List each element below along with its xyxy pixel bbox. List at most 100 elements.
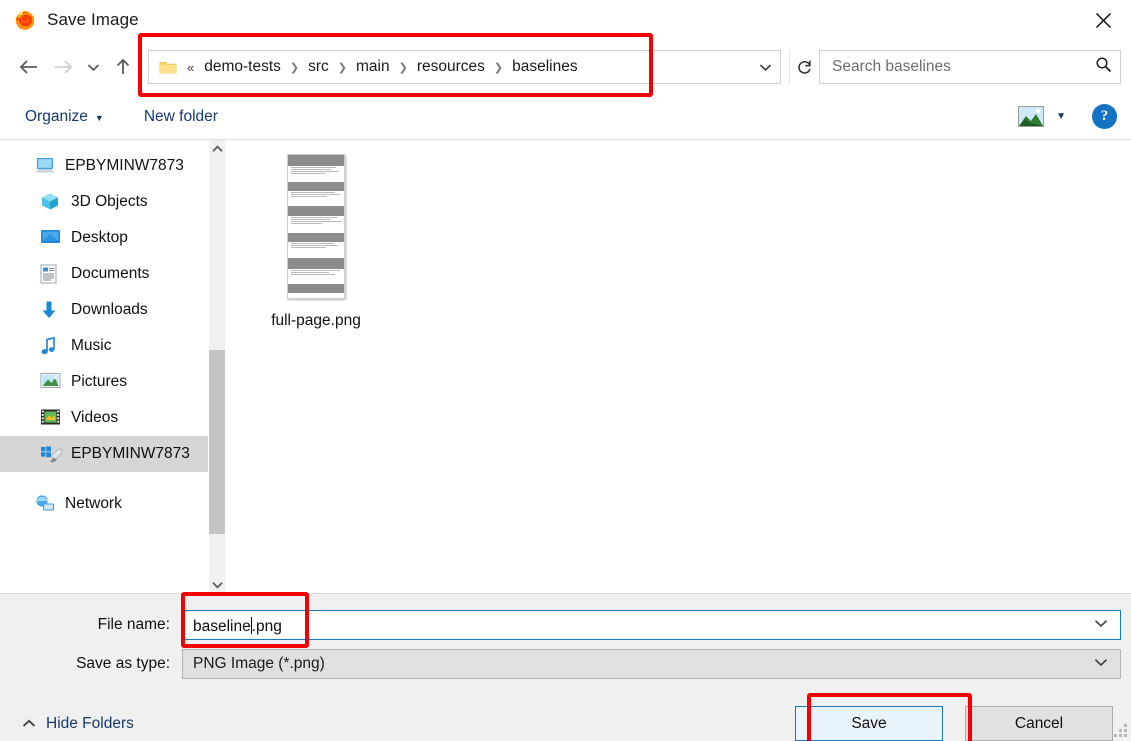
cancel-button[interactable]: Cancel [965, 706, 1113, 741]
savetype-row: Save as type: PNG Image (*.png) [0, 649, 1131, 679]
sidebar-item-label: Pictures [71, 373, 127, 391]
videos-icon [40, 408, 62, 428]
breadcrumb-separator-icon[interactable]: ❯ [283, 63, 306, 74]
filename-label: File name: [0, 616, 182, 634]
help-button[interactable]: ? [1092, 104, 1117, 129]
back-button[interactable] [12, 50, 46, 84]
scroll-down-chevron-down-icon[interactable] [209, 576, 225, 593]
save-label: Save [851, 715, 886, 733]
sidebar-item-videos[interactable]: Videos [0, 400, 208, 436]
forward-button [46, 50, 80, 84]
sidebar-item-documents[interactable]: Documents [0, 256, 208, 292]
desktop-icon [40, 228, 62, 248]
resize-grip-icon[interactable] [1114, 724, 1127, 737]
view-options-chevron-down-icon[interactable]: ▼ [1056, 111, 1066, 122]
chevron-down-icon: ▼ [95, 113, 104, 123]
address-bar-wrapper: « demo-tests ❯ src ❯ main ❯ resources ❯ … [148, 50, 781, 84]
sidebar-item-label: Music [71, 337, 111, 355]
sidebar-item-label: Desktop [71, 229, 128, 247]
breadcrumb-separator-icon[interactable]: ❯ [331, 63, 354, 74]
toolbar: Organize ▼ New folder ▼ ? [0, 94, 1131, 140]
breadcrumb-item-1[interactable]: src [306, 57, 331, 77]
breadcrumb-item-4[interactable]: baselines [510, 57, 580, 77]
breadcrumb-item-0[interactable]: demo-tests [202, 57, 283, 77]
sidebar-item-music[interactable]: Music [0, 328, 208, 364]
sidebar-item-desktop[interactable]: Desktop [0, 220, 208, 256]
windows-drive-icon [40, 444, 62, 464]
documents-icon [40, 264, 62, 284]
scroll-up-chevron-up-icon[interactable] [209, 140, 225, 157]
refresh-icon[interactable] [789, 50, 819, 84]
navigation-pane: EPBYMINW7873 3D Objects [0, 140, 208, 593]
dialog-button-row: Hide Folders Save Cancel [0, 688, 1131, 741]
search-input[interactable]: Search baselines [832, 58, 1095, 76]
network-icon [34, 494, 56, 514]
3d-objects-icon [40, 192, 62, 212]
save-button[interactable]: Save [795, 706, 943, 741]
sidebar-item-windows-drive[interactable]: EPBYMINW7873 [0, 436, 208, 472]
new-folder-button[interactable]: New folder [135, 104, 227, 130]
close-icon[interactable] [1075, 0, 1131, 40]
up-one-level-button[interactable] [106, 50, 140, 84]
breadcrumb-overflow-icon[interactable]: « [187, 61, 194, 74]
savetype-field[interactable]: PNG Image (*.png) [182, 649, 1121, 679]
hide-folders-label: Hide Folders [46, 715, 134, 733]
music-icon [40, 336, 62, 356]
filename-value: baseline.png [193, 614, 282, 636]
new-folder-label: New folder [144, 108, 218, 126]
sidebar-item-label: EPBYMINW7873 [65, 157, 184, 175]
computer-icon [34, 156, 56, 176]
webpage-screenshot-thumbnail [287, 154, 345, 299]
organize-button[interactable]: Organize ▼ [16, 104, 113, 130]
sidebar-item-computer[interactable]: EPBYMINW7873 [0, 148, 208, 184]
window-title: Save Image [47, 10, 139, 30]
help-label: ? [1101, 108, 1109, 125]
search-box[interactable]: Search baselines [819, 50, 1121, 84]
navigation-pane-scrollbar[interactable] [208, 140, 225, 593]
save-image-dialog: Save Image [0, 0, 1131, 741]
savetype-value: PNG Image (*.png) [193, 655, 325, 673]
sidebar-item-3d-objects[interactable]: 3D Objects [0, 184, 208, 220]
dialog-body: EPBYMINW7873 3D Objects [0, 140, 1131, 593]
sidebar-item-label: Network [65, 495, 122, 513]
filename-field[interactable]: baseline.png [182, 610, 1121, 640]
save-form-pane: File name: baseline.png Save as type: PN… [0, 593, 1131, 741]
text-cursor [251, 617, 252, 634]
sidebar-item-label: Videos [71, 409, 118, 427]
title-bar: Save Image [0, 0, 1131, 40]
firefox-icon [14, 9, 36, 31]
list-item[interactable]: full-page.png [253, 152, 379, 330]
sidebar-item-label: Documents [71, 265, 149, 283]
chevron-up-icon [22, 717, 36, 731]
search-icon [1095, 56, 1112, 78]
address-bar[interactable]: « demo-tests ❯ src ❯ main ❯ resources ❯ … [148, 50, 781, 84]
sidebar-item-pictures[interactable]: Pictures [0, 364, 208, 400]
savetype-dropdown-chevron-down-icon[interactable] [1094, 658, 1108, 670]
scrollbar-thumb[interactable] [209, 350, 225, 534]
sidebar-item-network[interactable]: Network [0, 486, 208, 522]
recent-locations-chevron-down-icon[interactable] [80, 50, 106, 84]
sidebar-item-label: EPBYMINW7873 [71, 445, 190, 463]
file-list[interactable]: full-page.png [225, 140, 1131, 593]
picture-view-icon[interactable] [1018, 106, 1044, 127]
sidebar-item-downloads[interactable]: Downloads [0, 292, 208, 328]
address-dropdown-chevron-down-icon[interactable] [750, 51, 780, 83]
filename-dropdown-chevron-down-icon[interactable] [1094, 619, 1108, 631]
hide-folders-button[interactable]: Hide Folders [16, 711, 140, 737]
downloads-icon [40, 300, 62, 320]
breadcrumb-separator-icon[interactable]: ❯ [392, 63, 415, 74]
sidebar-item-label: 3D Objects [71, 193, 148, 211]
breadcrumb-item-3[interactable]: resources [415, 57, 487, 77]
scrollbar-track[interactable] [209, 157, 225, 576]
breadcrumb-separator-icon[interactable]: ❯ [487, 63, 510, 74]
pictures-icon [40, 372, 62, 392]
folder-icon [159, 60, 177, 75]
cancel-label: Cancel [1015, 715, 1063, 733]
file-name-label: full-page.png [271, 312, 361, 330]
savetype-label: Save as type: [0, 655, 182, 673]
sidebar-item-label: Downloads [71, 301, 148, 319]
organize-label: Organize [25, 108, 88, 126]
navigation-bar: « demo-tests ❯ src ❯ main ❯ resources ❯ … [0, 40, 1131, 94]
breadcrumb: demo-tests ❯ src ❯ main ❯ resources ❯ ba… [202, 57, 579, 77]
breadcrumb-item-2[interactable]: main [354, 57, 392, 77]
